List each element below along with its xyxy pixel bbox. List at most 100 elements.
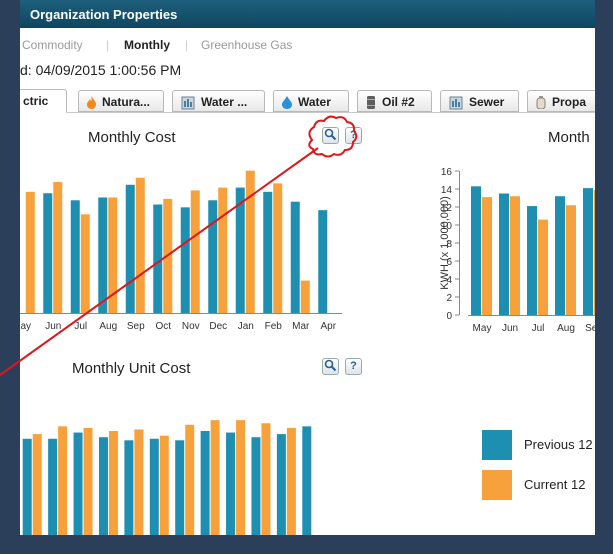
tab-sewer[interactable]: Sewer — [440, 90, 519, 112]
subtab-separator: | — [106, 38, 110, 52]
x-tick-label: Feb — [265, 321, 283, 332]
meter-icon — [181, 96, 195, 110]
bar-current — [510, 196, 520, 315]
tab-natural-gas[interactable]: Natura... — [78, 90, 164, 112]
bar-previous — [149, 438, 159, 535]
bar-current — [53, 181, 63, 313]
tab-water-meter[interactable]: Water ... — [172, 90, 265, 112]
bar-current — [135, 177, 145, 313]
bar-current — [482, 197, 492, 315]
propane-tank-icon — [536, 96, 546, 110]
y-tick-label: 16 — [441, 167, 453, 178]
tab-label: Sewer — [469, 95, 505, 109]
x-tick-label: Jan — [238, 321, 254, 332]
tab-label: Propa — [552, 95, 587, 109]
bar-previous — [125, 184, 135, 313]
properties-window: Organization Properties Commodity | Mont… — [20, 0, 595, 535]
legend-swatch-previous — [482, 430, 512, 460]
water-drop-icon — [282, 96, 292, 110]
monthly-unit-cost-chart — [22, 420, 312, 535]
y-tick-label: 14 — [441, 185, 453, 196]
bar-previous — [98, 437, 108, 535]
bar-previous — [527, 206, 537, 315]
bar-current — [261, 423, 271, 535]
bar-current — [108, 431, 118, 535]
bar-previous — [302, 426, 312, 535]
bar-current — [218, 187, 228, 313]
tab-oil-2[interactable]: Oil #2 — [357, 90, 432, 112]
subtab-greenhouse-gas[interactable]: Greenhouse Gas — [201, 38, 292, 52]
subtab-commodity[interactable]: Commodity — [22, 38, 83, 52]
bar-current — [58, 426, 68, 535]
bar-previous — [235, 187, 245, 313]
bar-previous — [175, 440, 185, 535]
bar-previous — [208, 200, 218, 313]
bar-previous — [555, 196, 565, 315]
tab-label: ctric — [23, 94, 49, 108]
bar-current — [163, 198, 173, 313]
magnifier-icon — [324, 359, 337, 372]
oil-barrel-icon — [367, 96, 375, 110]
bar-previous — [22, 438, 32, 535]
bar-previous — [290, 201, 300, 313]
meter-icon — [449, 96, 463, 110]
bar-previous — [124, 440, 134, 535]
bar-current — [83, 427, 93, 535]
bar-previous — [276, 434, 286, 535]
x-tick-label: Mar — [292, 321, 310, 332]
commodity-tabs: ctric Natura... Water ... Water Oil #2 S… — [20, 87, 595, 113]
bar-previous — [70, 200, 80, 313]
x-tick-label: Nov — [182, 321, 200, 332]
chart-title: Month — [548, 129, 590, 146]
bar-previous — [200, 431, 210, 535]
bar-current — [566, 205, 576, 315]
bar-previous — [263, 191, 273, 313]
bar-current — [80, 214, 90, 313]
bar-previous — [226, 432, 236, 535]
bar-current — [300, 280, 310, 313]
subtab-separator: | — [185, 38, 189, 52]
bar-previous — [471, 186, 481, 315]
chart-title: Monthly Cost — [88, 129, 176, 146]
x-tick-label: ay — [20, 321, 31, 332]
legend-swatch-current — [482, 470, 512, 500]
x-tick-label: Sep — [127, 321, 145, 332]
legend-label: Current 12 — [524, 477, 586, 492]
x-tick-label: Sep — [585, 323, 595, 334]
window-title: Organization Properties — [20, 0, 595, 28]
subtab-monthly[interactable]: Monthly — [124, 38, 170, 52]
x-tick-label: Jun — [502, 323, 518, 334]
app-frame: Organization Properties Commodity | Mont… — [0, 0, 613, 554]
bar-previous — [73, 432, 83, 535]
flame-icon — [87, 96, 96, 110]
x-tick-label: Aug — [557, 323, 575, 334]
tab-water[interactable]: Water — [273, 90, 349, 112]
bar-previous — [318, 210, 328, 313]
zoom-button[interactable] — [322, 127, 339, 144]
zoom-button[interactable] — [322, 358, 339, 375]
bar-current — [25, 191, 35, 313]
magnifier-icon — [324, 128, 337, 141]
report-date: d: 04/09/2015 1:00:56 PM — [20, 62, 182, 78]
bar-current — [538, 219, 548, 315]
help-button[interactable]: ? — [345, 127, 362, 144]
tab-electric[interactable]: ctric — [20, 89, 67, 113]
monthly-kwh-chart: 0246810121416KWH (x 1,000,000)May Jun Jul A… — [439, 167, 595, 334]
bar-previous — [153, 204, 163, 313]
bar-current — [236, 420, 246, 535]
x-tick-label: Aug — [99, 321, 117, 332]
bar-current — [273, 183, 283, 313]
tab-label: Natura... — [102, 95, 151, 109]
bar-current — [594, 189, 595, 315]
bar-previous — [499, 193, 509, 315]
chart-title: Monthly Unit Cost — [72, 360, 191, 377]
tab-propane[interactable]: Propa — [527, 90, 595, 112]
bar-previous — [180, 207, 190, 313]
x-tick-label: Jul — [532, 323, 545, 334]
help-button[interactable]: ? — [345, 358, 362, 375]
x-tick-label: Jun — [45, 321, 61, 332]
x-tick-label: Oct — [155, 321, 171, 332]
tab-label: Water — [298, 95, 331, 109]
bar-current — [185, 424, 195, 535]
bar-current — [190, 190, 200, 313]
